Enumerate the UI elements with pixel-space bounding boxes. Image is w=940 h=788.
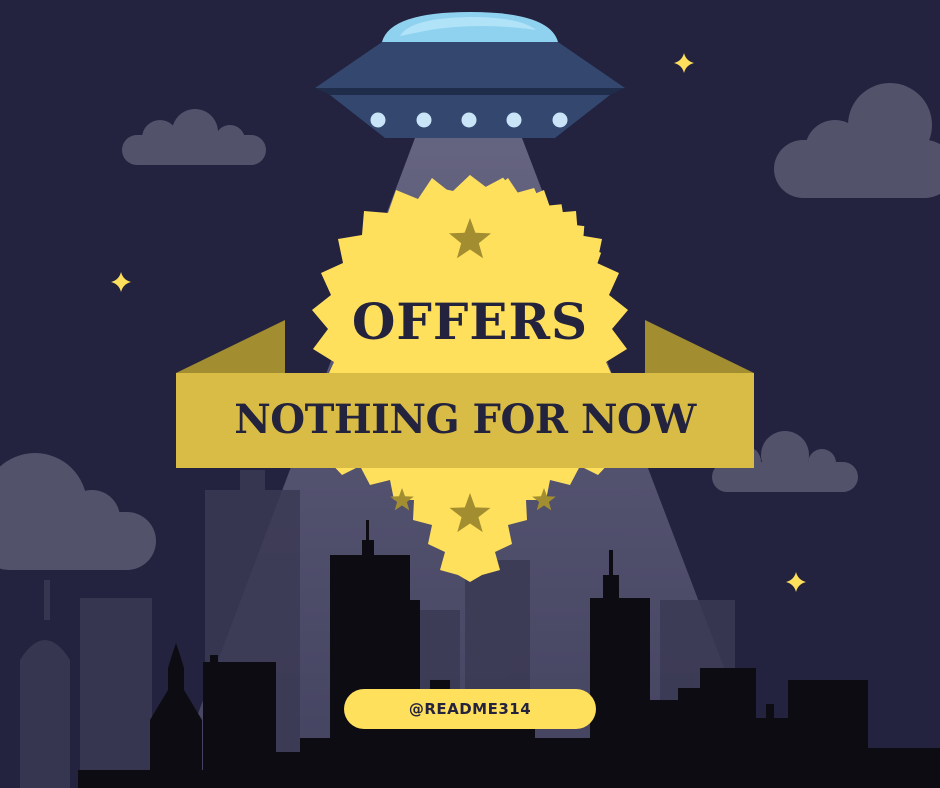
sparkle-icon bbox=[674, 53, 694, 73]
cloud-icon bbox=[122, 109, 266, 165]
ufo-icon bbox=[315, 12, 625, 138]
poster-artwork bbox=[0, 12, 940, 788]
sparkle-icon bbox=[111, 272, 131, 292]
handle-pill[interactable]: @README314 bbox=[344, 689, 596, 729]
cloud-icon bbox=[774, 83, 940, 198]
banner-text: NOTHING FOR NOW bbox=[234, 396, 696, 443]
poster: OFFERS NOTHING FOR NOW @README314 bbox=[0, 0, 940, 788]
cloud-icon bbox=[0, 453, 156, 570]
sparkle-icon bbox=[786, 572, 806, 592]
headline-offers: OFFERS bbox=[351, 292, 589, 351]
